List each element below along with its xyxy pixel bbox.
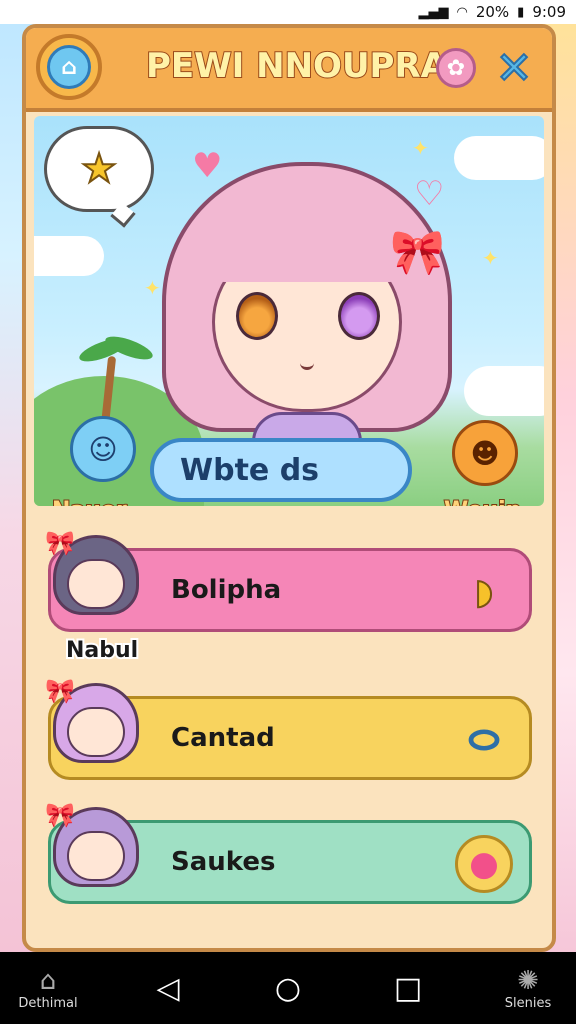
cloud [34, 236, 104, 276]
bow-icon: 🎀 [45, 677, 75, 705]
character-name-pill[interactable]: Wbte ds [150, 438, 412, 502]
home-icon: ⌂ [47, 45, 91, 89]
back-button[interactable]: ◁ [138, 971, 198, 1006]
gear-icon: ✿ [446, 55, 466, 81]
sparkle-icon: ✦ [412, 136, 429, 160]
home-button[interactable]: ⌂ [36, 34, 102, 100]
bow-icon: 🎀 [45, 801, 75, 829]
star-icon: ★ [80, 145, 118, 193]
chibi-face [67, 707, 125, 757]
star-speech-bubble: ★ [44, 126, 154, 212]
cloud [454, 136, 544, 180]
house-icon: ⌂ [39, 965, 57, 996]
ice-cream-icon: ● [455, 835, 513, 893]
cloud [464, 366, 544, 416]
chibi-avatar: 🎀 [43, 677, 153, 787]
recents-button[interactable]: □ [378, 971, 438, 1006]
list-item[interactable]: 🎀 Cantad ⬭ [45, 677, 532, 780]
nav-left-label: Dethimal [18, 995, 78, 1011]
right-mascot-label: Weuin [443, 497, 522, 506]
close-button[interactable]: ✕ [490, 42, 538, 95]
sparkle-icon: ✦ [482, 246, 499, 270]
character-right-eye [338, 292, 380, 340]
status-bar: ▂▄▆ ◠ 20% ▮ 9:09 [0, 0, 576, 24]
page-title: PEWI NNOUPRA [145, 45, 448, 87]
panel-header: ⌂ PEWI NNOUPRA ✿ ✕ [26, 28, 552, 112]
recents-square-icon: □ [393, 970, 423, 1006]
smiley-icon: ☻ [470, 436, 500, 470]
list-item[interactable]: 🎀 Bolipha ◗ [45, 529, 532, 632]
nav-right-label: Slenies [504, 995, 552, 1011]
character-bangs [202, 202, 412, 282]
chibi-face [67, 559, 125, 609]
chibi-avatar: 🎀 [43, 529, 153, 639]
banana-icon: ◗ [474, 571, 494, 613]
main-panel: ⌂ PEWI NNOUPRA ✿ ✕ ★ ♥ ♡ ✦ ✦ ✦ 🎀 ☺ ☻ Wbt… [22, 24, 556, 952]
character-left-eye [236, 292, 278, 340]
home-circle-button[interactable]: ○ [258, 971, 318, 1006]
candy-icon: ⬭ [468, 719, 499, 761]
list-item-label: Saukes [171, 847, 276, 877]
chibi-face [67, 831, 125, 881]
clock: 9:09 [532, 3, 566, 21]
signal-icon: ▂▄▆ [418, 4, 449, 20]
list-item[interactable]: 🎀 Saukes ● [45, 801, 532, 904]
nav-settings-button[interactable]: ✺ Slenies [498, 966, 558, 1011]
nav-home-button[interactable]: ⌂ Dethimal [18, 966, 78, 1011]
bow-icon: 🎀 [45, 529, 75, 557]
character-scene: ★ ♥ ♡ ✦ ✦ ✦ 🎀 ☺ ☻ Nauor Weuin Wbte ds [34, 116, 544, 506]
home-circle-icon: ○ [274, 970, 302, 1006]
battery-icon: ▮ [517, 4, 525, 20]
list-item-sublabel: Nabul [64, 636, 140, 665]
smiley-icon: ☺ [88, 432, 118, 466]
orange-mascot-button[interactable]: ☻ [452, 420, 518, 486]
list-item-label: Cantad [171, 723, 275, 753]
bottom-navigation-bar: ⌂ Dethimal ◁ ○ □ ✺ Slenies [0, 952, 576, 1024]
wifi-icon: ◠ [456, 4, 468, 20]
close-icon: ✕ [495, 42, 534, 95]
list-item-label: Bolipha [171, 575, 282, 605]
gear-icon: ✺ [517, 965, 539, 996]
sparkle-icon: ✦ [144, 276, 161, 300]
back-triangle-icon: ◁ [156, 970, 180, 1006]
blue-mascot-button[interactable]: ☺ [70, 416, 136, 482]
chibi-avatar: 🎀 [43, 801, 153, 911]
battery-level: 20% [475, 3, 510, 21]
hair-bow-icon: 🎀 [389, 226, 446, 279]
settings-button[interactable]: ✿ [436, 48, 476, 88]
left-mascot-label: Nauor [51, 497, 128, 506]
